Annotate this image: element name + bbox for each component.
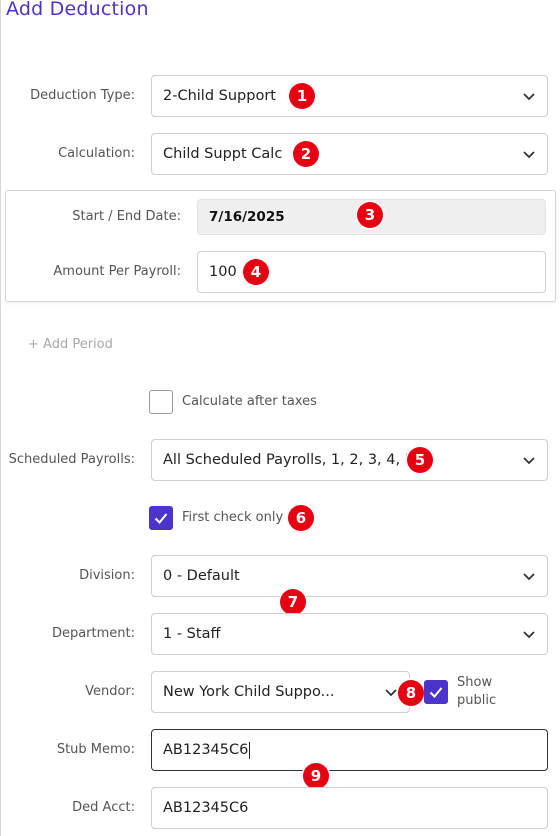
start-end-date-value: 7/16/2025 [209,209,285,225]
department-value: 1 - Staff [163,626,221,642]
stub-memo-input[interactable]: AB12345C6 [151,729,548,771]
page-title: Add Deduction [6,0,149,20]
vendor-select[interactable]: New York Child Suppo... [151,671,410,713]
chevron-down-icon [523,573,535,581]
add-period-link[interactable]: + Add Period [28,337,113,352]
show-public-checkbox[interactable] [424,680,448,704]
ded-acct-value: AB12345C6 [163,800,249,816]
left-border [0,0,1,836]
show-public-label-line1: Show [457,675,493,690]
calculation-value: Child Suppt Calc [163,146,283,162]
scheduled-payrolls-select[interactable]: All Scheduled Payrolls, 1, 2, 3, 4, 5 [151,439,548,481]
annotation-badge-9: 9 [303,763,329,789]
annotation-badge-2: 2 [293,141,319,167]
start-end-date-label: Start / End Date: [72,209,181,224]
first-check-only-checkbox[interactable] [149,506,173,530]
text-cursor [249,741,251,759]
chevron-down-icon [523,151,535,159]
division-value: 0 - Default [163,568,240,584]
annotation-badge-1: 1 [289,83,315,109]
division-label: Division: [79,568,135,583]
calculate-after-taxes-checkbox[interactable] [149,390,173,414]
annotation-badge-8: 8 [398,680,424,706]
annotation-badge-7: 7 [280,589,306,615]
annotation-badge-6: 6 [288,505,314,531]
scheduled-payrolls-value: All Scheduled Payrolls, 1, 2, 3, 4, 5 [163,452,414,468]
annotation-badge-4: 4 [243,259,269,285]
chevron-down-icon [523,93,535,101]
calculate-after-taxes-label: Calculate after taxes [182,394,317,409]
department-label: Department: [51,626,135,641]
checkmark-icon [429,687,443,698]
amount-per-payroll-value: 100 [209,264,237,280]
show-public-label-line2: public [457,693,497,708]
ded-acct-label: Ded Acct: [72,800,135,815]
deduction-type-select[interactable]: 2-Child Support [151,75,548,117]
ded-acct-input[interactable]: AB12345C6 [151,787,548,829]
deduction-type-label: Deduction Type: [30,88,135,103]
checkmark-icon [154,513,168,524]
calculation-label: Calculation: [58,146,135,161]
amount-per-payroll-label: Amount Per Payroll: [53,264,181,279]
stub-memo-label: Stub Memo: [56,742,135,757]
annotation-badge-3: 3 [357,202,383,228]
deduction-type-value: 2-Child Support [163,88,276,104]
chevron-down-icon [523,631,535,639]
scheduled-payrolls-label: Scheduled Payrolls: [8,452,135,467]
annotation-badge-5: 5 [407,447,433,473]
first-check-only-label: First check only [182,510,284,525]
department-select[interactable]: 1 - Staff [151,613,548,655]
chevron-down-icon [385,689,397,697]
stub-memo-value: AB12345C6 [163,742,249,758]
vendor-label: Vendor: [85,684,135,699]
chevron-down-icon [523,457,535,465]
calculation-select[interactable]: Child Suppt Calc [151,133,548,175]
vendor-value: New York Child Suppo... [163,684,335,700]
division-select[interactable]: 0 - Default [151,555,548,597]
